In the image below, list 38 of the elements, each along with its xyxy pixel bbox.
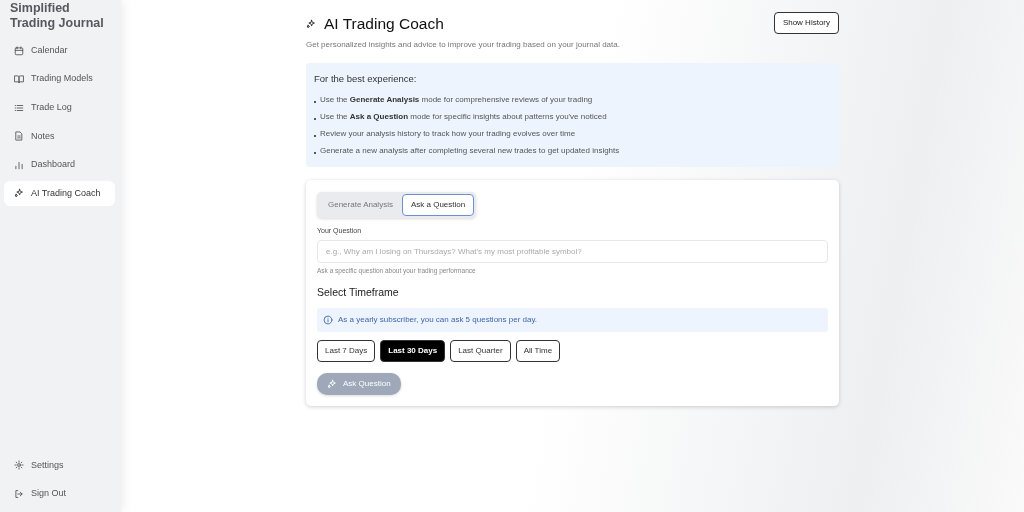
- sidebar-item[interactable]: Trade Log: [4, 95, 115, 121]
- bar-chart-icon: [14, 159, 24, 170]
- tip-text: Use the Ask a Question mode for specific insights about patterns you've noticed: [320, 110, 607, 123]
- tips-heading: For the best experience:: [314, 72, 418, 87]
- timeframe-option[interactable]: Last 7 Days: [317, 339, 376, 362]
- sidebar-item[interactable]: Settings: [4, 452, 115, 478]
- section-heading: Select Timeframe: [317, 284, 400, 300]
- show-history-button[interactable]: Show History: [773, 12, 839, 34]
- list-icon: [14, 102, 24, 113]
- notice-text: As a yearly subscriber, you can ask 5 questions per day.: [338, 313, 538, 326]
- document-icon: [14, 131, 24, 142]
- sidebar-item[interactable]: Dashboard: [4, 152, 115, 178]
- tip-text: Review your analysis history to track how your trading evolves over time: [320, 127, 576, 140]
- page-subtitle: Get personalized insights and advice to improve your trading based on your journal data.: [306, 39, 620, 52]
- sparkle-icon: [327, 378, 337, 389]
- calendar-icon: [14, 45, 24, 56]
- sparkle-icon: [306, 18, 316, 29]
- timeframe-option[interactable]: Last Quarter: [450, 339, 511, 362]
- sidebar-item[interactable]: Calendar: [4, 38, 115, 63]
- mode-tab[interactable]: Ask a Question: [401, 193, 475, 216]
- timeframe-option[interactable]: Last 30 Days: [380, 339, 446, 362]
- timeframe-option[interactable]: All Time: [515, 339, 561, 362]
- sidebar-item[interactable]: Sign Out: [4, 481, 115, 507]
- page-title: AI Trading Coach: [324, 14, 444, 34]
- sparkle-icon: [14, 188, 24, 199]
- question-field[interactable]: e.g., Why am I losing on Thursdays? What's my most profitable symbol?: [317, 240, 828, 263]
- tip-text: Generate a new analysis after completing several new trades to get updated insights: [320, 144, 620, 157]
- tip-text: Use the Generate Analysis mode for comprehensive reviews of your trading: [320, 93, 593, 106]
- sidebar-item[interactable]: Notes: [4, 123, 115, 149]
- info-icon: [323, 314, 333, 325]
- app-title: Trading Journal: [10, 16, 105, 31]
- settings-icon: [14, 460, 24, 471]
- app-title: Simplified: [10, 1, 71, 16]
- book-icon: [14, 74, 24, 85]
- sidebar-item[interactable]: AI Trading Coach: [4, 180, 115, 206]
- sign-out-icon: [14, 488, 24, 499]
- mode-tab[interactable]: Generate Analysis: [319, 193, 402, 216]
- sidebar-item[interactable]: Trading Models: [4, 66, 115, 92]
